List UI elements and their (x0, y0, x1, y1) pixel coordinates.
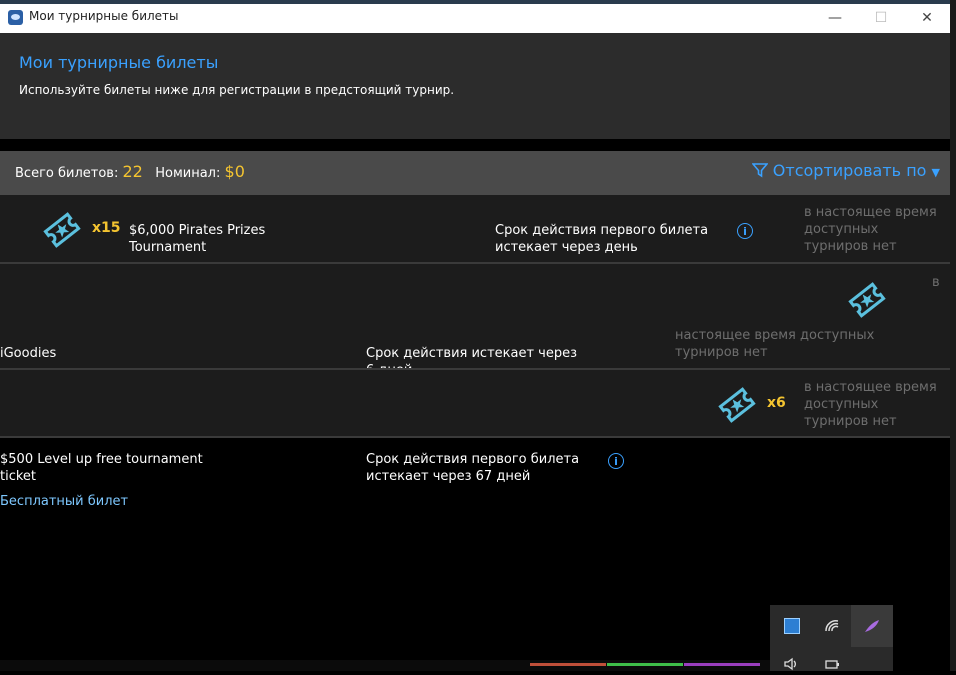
ticket-multiplier: x15 (92, 220, 121, 236)
ticket-type-link[interactable]: Бесплатный билет (0, 494, 128, 509)
ticket-multiplier: x6 (767, 395, 786, 411)
summary-bar: Всего билетов: 22 Номинал: $0 Отсортиров… (0, 151, 950, 195)
total-value: 22 (122, 162, 143, 181)
taskbar-app-indicator[interactable] (607, 663, 683, 666)
page-title: Мои турнирные билеты (19, 53, 219, 72)
ticket-icon (718, 387, 756, 423)
tournament-status: настоящее время доступных турниров нет (675, 328, 875, 360)
row-divider (0, 436, 950, 438)
sort-dropdown[interactable]: Отсортировать по ▼ (750, 161, 940, 180)
summary-info: Всего билетов: 22 Номинал: $0 (15, 162, 245, 181)
nominal-value: $0 (224, 162, 245, 181)
tournament-status: в настоящее время доступных турниров нет (804, 205, 937, 254)
chevron-down-icon: ▼ (931, 166, 940, 179)
total-label: Всего билетов: (15, 166, 119, 181)
tournament-status-fragment: в (932, 275, 940, 290)
close-button[interactable]: ✕ (904, 4, 950, 33)
filter-icon (750, 163, 769, 178)
taskbar-app-indicator[interactable] (684, 663, 760, 666)
ticket-name: $6,000 Pirates Prizes Tournament (129, 223, 266, 255)
title-bar[interactable]: Мои турнирные билеты — ☐ ✕ (0, 4, 950, 33)
desktop-right-strip (950, 0, 956, 671)
window-title: Мои турнирные билеты (29, 9, 179, 23)
nominal-label: Номинал: (155, 166, 221, 181)
network-adapter-icon[interactable] (781, 615, 803, 637)
ticket-expiry: Срок действия первого билета истекает че… (495, 223, 709, 255)
battery-icon[interactable] (821, 653, 843, 675)
system-tray-flyout (770, 605, 893, 671)
taskbar-app-indicator[interactable] (530, 663, 606, 666)
speaker-icon[interactable] (781, 653, 803, 675)
minimize-button[interactable]: — (812, 4, 858, 33)
wifi-icon[interactable] (821, 615, 843, 637)
sort-label: Отсортировать по (772, 161, 927, 180)
ticket-name: iGoodies (0, 346, 57, 361)
tournament-status: в настоящее время доступных турниров нет (804, 380, 937, 429)
ticket-icon (848, 282, 886, 318)
maximize-button[interactable]: ☐ (858, 4, 904, 33)
feather-icon[interactable] (861, 615, 883, 637)
tickets-window: Мои турнирные билеты — ☐ ✕ Мои турнирные… (0, 4, 950, 660)
app-logo-icon (8, 10, 23, 25)
page-subtitle: Используйте билеты ниже для регистрации … (19, 83, 455, 97)
page-header: Мои турнирные билеты Используйте билеты … (0, 33, 950, 139)
ticket-name: $500 Level up free tournament ticket (0, 452, 203, 484)
ticket-expiry: Срок действия первого билета истекает че… (366, 452, 580, 484)
ticket-icon (43, 212, 81, 248)
info-icon[interactable]: i (737, 223, 753, 239)
info-icon[interactable]: i (608, 453, 624, 469)
